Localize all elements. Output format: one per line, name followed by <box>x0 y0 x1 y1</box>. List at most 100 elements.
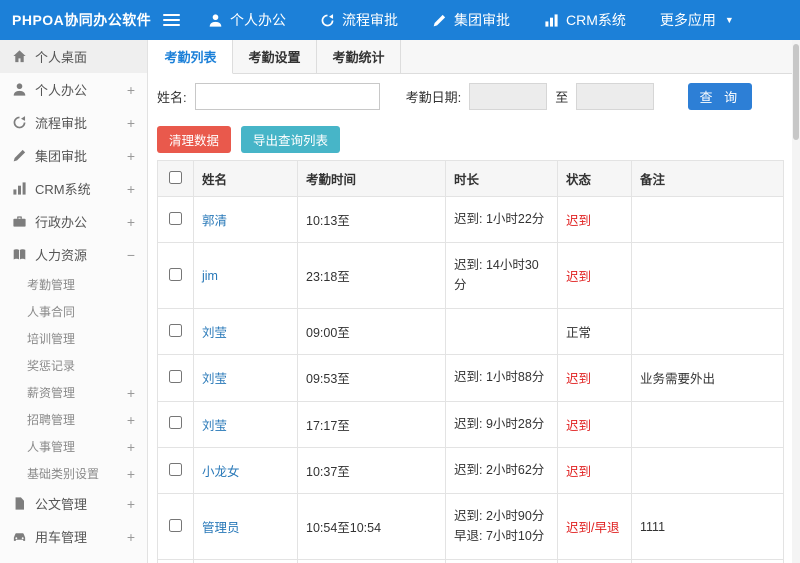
export-list-button[interactable]: 导出查询列表 <box>241 125 341 153</box>
cycle-icon <box>12 115 27 130</box>
date-filter-label: 考勤日期: <box>405 89 462 105</box>
expand-icon: + <box>126 384 136 401</box>
status-text: 迟到 <box>557 242 632 310</box>
employee-name-link[interactable]: 管理员 <box>202 521 240 535</box>
expand-icon: + <box>126 213 136 230</box>
collapse-icon: − <box>126 246 136 263</box>
sidebar-subitem-salary[interactable]: 薪资管理 + <box>0 379 147 406</box>
edit-icon <box>12 148 27 163</box>
action-buttons: 清理数据 导出查询列表 <box>149 118 792 160</box>
attendance-time: 10:37至 <box>297 446 446 495</box>
sidebar-item-crm[interactable]: CRM系统 + <box>0 172 147 205</box>
sidebar-item-personal-office[interactable]: 个人办公 + <box>0 73 147 106</box>
note-text: 1111 <box>631 493 784 560</box>
nav-personal-office[interactable]: 个人办公 <box>208 10 286 30</box>
date-from-input[interactable] <box>469 82 548 110</box>
employee-name-link[interactable]: jim <box>202 269 218 283</box>
duration-text: 迟到: 2小时62分 <box>445 446 558 495</box>
page-scrollbar <box>792 40 800 563</box>
duration-text <box>445 308 558 356</box>
expand-icon: + <box>126 411 136 428</box>
app-logo: PHPOA协同办公软件 <box>12 12 152 28</box>
row-checkbox[interactable] <box>169 267 182 281</box>
sidebar-item-admin-office[interactable]: 行政办公 + <box>0 205 147 238</box>
status-text: 迟到/早退 <box>557 493 632 560</box>
employee-name-link[interactable]: 刘莹 <box>202 326 227 340</box>
col-header-duration: 时长 <box>445 160 558 197</box>
row-checkbox[interactable] <box>169 462 182 476</box>
note-text: 业务需要外出 <box>631 354 784 402</box>
tab-attendance-list[interactable]: 考勤列表 <box>149 40 233 74</box>
tab-attendance-stats[interactable]: 考勤统计 <box>317 40 401 73</box>
duration-text: 迟到: 9小时28分 <box>445 400 558 448</box>
caret-down-icon: ▼ <box>724 15 734 25</box>
sidebar-item-hr[interactable]: 人力资源 − <box>0 238 147 271</box>
menu-toggle-icon[interactable] <box>148 0 194 40</box>
sidebar-subitem-rewards[interactable]: 奖惩记录 <box>0 352 147 379</box>
expand-icon: + <box>126 438 136 455</box>
status-text: 迟到 <box>557 446 632 495</box>
status-text: 正常 <box>557 308 632 356</box>
note-text <box>631 558 784 563</box>
sidebar-item-group-approval[interactable]: 集团审批 + <box>0 139 147 172</box>
edit-icon <box>432 13 447 28</box>
nav-crm-system[interactable]: CRM系统 <box>544 10 626 30</box>
attendance-time: 17:17至 <box>297 400 446 448</box>
row-checkbox[interactable] <box>169 416 182 430</box>
employee-name-link[interactable]: 刘莹 <box>202 372 227 386</box>
sidebar-item-process-approval[interactable]: 流程审批 + <box>0 106 147 139</box>
expand-icon: + <box>126 495 136 512</box>
employee-name-link[interactable]: 小龙女 <box>202 465 240 479</box>
name-filter-input[interactable] <box>194 82 380 110</box>
nav-label: 更多应用 <box>659 12 716 28</box>
name-filter-label: 姓名: <box>157 89 187 105</box>
select-all-checkbox[interactable] <box>169 170 182 184</box>
employee-name-link[interactable]: 郭清 <box>202 214 227 228</box>
sidebar-item-vehicle[interactable]: 用车管理 + <box>0 520 147 553</box>
sidebar-subitem-training[interactable]: 培训管理 <box>0 325 147 352</box>
row-checkbox[interactable] <box>169 518 182 532</box>
nav-process-approval[interactable]: 流程审批 <box>320 10 398 30</box>
nav-label: 流程审批 <box>342 12 398 28</box>
note-text <box>631 308 784 356</box>
note-text <box>631 400 784 448</box>
row-checkbox[interactable] <box>169 211 182 225</box>
book-icon <box>12 247 27 262</box>
col-header-name: 姓名 <box>193 160 298 197</box>
clean-data-button[interactable]: 清理数据 <box>157 125 232 153</box>
sidebar-subitem-attendance[interactable]: 考勤管理 <box>0 271 147 298</box>
scrollbar-thumb[interactable] <box>793 44 799 140</box>
attendance-time: 09:00至 <box>297 308 446 356</box>
note-text <box>631 242 784 310</box>
search-button[interactable]: 查 询 <box>688 82 753 110</box>
date-to-input[interactable] <box>576 82 655 110</box>
sidebar-subitem-base-category[interactable]: 基础类别设置 + <box>0 460 147 487</box>
employee-name-link[interactable]: 刘莹 <box>202 419 227 433</box>
sidebar-subitem-personnel[interactable]: 人事管理 + <box>0 433 147 460</box>
duration-text: 迟到: 1小时88分 <box>445 354 558 402</box>
table-row: 刘莹 17:17至 迟到: 9小时28分 迟到 <box>157 400 784 448</box>
cycle-icon <box>320 13 335 28</box>
note-text <box>631 446 784 495</box>
tab-attendance-settings[interactable]: 考勤设置 <box>233 40 317 73</box>
table-row: jim 23:18至 迟到: 14小时30分 迟到 <box>157 242 784 310</box>
sidebar-subitem-recruitment[interactable]: 招聘管理 + <box>0 406 147 433</box>
sidebar-subitem-hr-contract[interactable]: 人事合同 <box>0 298 147 325</box>
sidebar-item-documents[interactable]: 公文管理 + <box>0 487 147 520</box>
car-icon <box>12 529 27 544</box>
table-row: 小龙女 10:37至 迟到: 2小时62分 迟到 <box>157 446 784 495</box>
table-header-row: 姓名 考勤时间 时长 状态 备注 <box>157 160 784 197</box>
sidebar-item-desktop[interactable]: 个人桌面 <box>0 40 147 73</box>
note-text <box>631 195 784 244</box>
expand-icon: + <box>126 81 136 98</box>
attendance-time: 09:53至 <box>297 354 446 402</box>
status-text: 迟到 <box>557 195 632 244</box>
nav-group-approval[interactable]: 集团审批 <box>432 10 510 30</box>
table-row: 王壹辉 08:56至 迟到: 56分 迟到 <box>157 558 784 563</box>
row-checkbox[interactable] <box>169 323 182 337</box>
status-text: 迟到 <box>557 558 632 563</box>
attendance-time: 10:13至 <box>297 195 446 244</box>
row-checkbox[interactable] <box>169 369 182 383</box>
nav-more-apps[interactable]: 更多应用 ▼ <box>660 10 734 30</box>
col-header-status: 状态 <box>557 160 632 197</box>
